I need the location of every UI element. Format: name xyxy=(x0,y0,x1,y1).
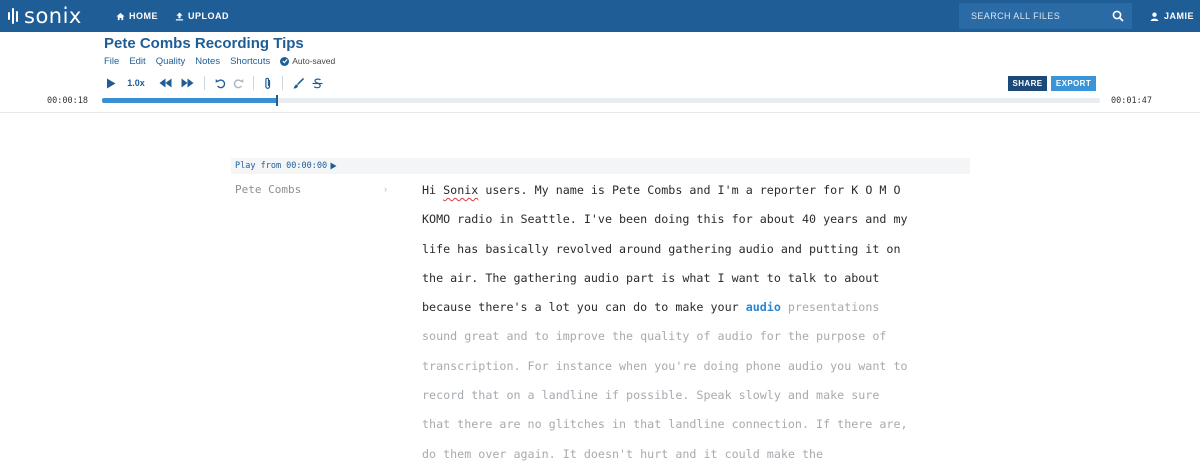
transcript-text[interactable]: Hi Sonix users. My name is Pete Combs an… xyxy=(422,176,942,469)
sonix-logo[interactable]: sonix xyxy=(8,3,82,29)
transcript-line[interactable]: KOMO radio in Seattle. I've been doing t… xyxy=(422,205,942,234)
transcript-segment[interactable]: the air. The gathering audio part is wha… xyxy=(422,271,879,285)
upload-icon xyxy=(175,11,184,21)
share-button[interactable]: SHARE xyxy=(1008,76,1047,91)
transcript-line[interactable]: record that on a landline if possible. S… xyxy=(422,381,942,410)
transcript-segment[interactable]: life has basically revolved around gathe… xyxy=(422,242,900,256)
strikethrough-button[interactable] xyxy=(307,74,327,92)
transcript-segment[interactable]: that there are no glitches in that landl… xyxy=(422,417,908,431)
check-circle-icon xyxy=(280,56,290,66)
menu-quality[interactable]: Quality xyxy=(156,56,186,67)
autosave-status: Auto-saved xyxy=(280,56,335,66)
nav-home-label: HOME xyxy=(129,11,158,21)
playback-progress-bar[interactable] xyxy=(102,95,1100,106)
transcript-segment[interactable]: Hi xyxy=(422,183,443,197)
transcript-line[interactable]: the air. The gathering audio part is wha… xyxy=(422,264,942,293)
strikethrough-icon xyxy=(312,78,322,88)
autosave-label: Auto-saved xyxy=(292,56,336,66)
paperclip-icon xyxy=(265,77,271,89)
transcript-line[interactable]: do them over again. It doesn't hurt and … xyxy=(422,440,942,469)
play-icon xyxy=(330,162,337,170)
transcript-line[interactable]: because there's a lot you can do to make… xyxy=(422,293,942,322)
total-time: 00:01:47 xyxy=(1111,96,1152,106)
export-button[interactable]: EXPORT xyxy=(1051,76,1096,91)
playback-speed-label: 1.0x xyxy=(127,78,145,88)
menu-notes[interactable]: Notes xyxy=(195,56,220,67)
search-box xyxy=(959,3,1132,29)
toolbar-divider xyxy=(253,76,254,90)
nav-home-link[interactable]: HOME xyxy=(116,0,158,32)
search-input[interactable] xyxy=(971,11,1101,21)
undo-icon xyxy=(215,78,225,88)
transcript-segment[interactable]: because there's a lot you can do to make… xyxy=(422,300,746,314)
transcript-segment[interactable]: transcription. For instance when you're … xyxy=(422,359,908,373)
menu-shortcuts[interactable]: Shortcuts xyxy=(230,56,270,67)
header-divider xyxy=(0,112,1200,113)
playback-speed-button[interactable]: 1.0x xyxy=(118,74,154,92)
current-word[interactable]: audio xyxy=(746,300,781,314)
transcript-segment[interactable]: presentations xyxy=(781,300,879,314)
user-menu[interactable]: JAMIE xyxy=(1150,0,1194,32)
progress-handle[interactable] xyxy=(275,95,278,106)
home-icon xyxy=(116,12,125,20)
transcript-segment[interactable]: sound great and to improve the quality o… xyxy=(422,329,886,343)
brand-name: sonix xyxy=(24,4,82,28)
toolbar-divider xyxy=(282,76,283,90)
transcript-line[interactable]: that there are no glitches in that landl… xyxy=(422,410,942,439)
nav-upload-label: UPLOAD xyxy=(188,11,229,21)
highlight-button[interactable] xyxy=(289,74,307,92)
top-nav-bar: sonix HOME UPLOAD JAMIE xyxy=(0,0,1200,32)
redo-button[interactable] xyxy=(229,74,247,92)
transcript-line[interactable]: transcription. For instance when you're … xyxy=(422,352,942,381)
transcript-line[interactable]: life has basically revolved around gathe… xyxy=(422,235,942,264)
transcript-line[interactable]: sound great and to improve the quality o… xyxy=(422,322,942,351)
play-from-label: Play from 00:00:00 xyxy=(235,161,328,171)
toolbar-divider xyxy=(204,76,205,90)
attach-button[interactable] xyxy=(260,74,276,92)
play-icon xyxy=(107,78,116,88)
user-icon xyxy=(1150,12,1159,21)
transcript-segment[interactable]: KOMO radio in Seattle. I've been doing t… xyxy=(422,212,908,226)
search-icon[interactable] xyxy=(1112,10,1124,22)
transcript-segment[interactable]: record that on a landline if possible. S… xyxy=(422,388,879,402)
waveform-logo-icon xyxy=(8,8,18,24)
play-button[interactable] xyxy=(104,74,118,92)
rewind-icon xyxy=(159,78,171,88)
transcript-segment[interactable]: users. My name is Pete Combs and I'm a r… xyxy=(478,183,900,197)
nav-upload-link[interactable]: UPLOAD xyxy=(175,0,229,32)
user-name: JAMIE xyxy=(1164,11,1195,21)
play-from-button[interactable]: Play from 00:00:00 xyxy=(231,158,970,174)
undo-button[interactable] xyxy=(211,74,229,92)
transcript-segment[interactable]: Sonix xyxy=(443,183,478,197)
transcript-line[interactable]: Hi Sonix users. My name is Pete Combs an… xyxy=(422,176,942,205)
fast-forward-button[interactable] xyxy=(176,74,198,92)
fast-forward-icon xyxy=(181,78,193,88)
player-toolbar: 1.0x xyxy=(104,74,327,92)
menu-edit[interactable]: Edit xyxy=(129,56,145,67)
progress-fill xyxy=(102,98,277,103)
rewind-button[interactable] xyxy=(154,74,176,92)
speaker-name[interactable]: Pete Combs xyxy=(235,183,301,196)
brush-icon xyxy=(293,77,304,88)
chevron-right-icon[interactable]: › xyxy=(384,184,387,194)
current-time: 00:00:18 xyxy=(47,96,88,106)
menu-file[interactable]: File xyxy=(104,56,119,67)
document-title[interactable]: Pete Combs Recording Tips xyxy=(104,35,304,52)
editor-menu: File Edit Quality Notes Shortcuts Auto-s… xyxy=(104,55,335,67)
redo-icon xyxy=(233,78,243,88)
transcript-segment[interactable]: do them over again. It doesn't hurt and … xyxy=(422,447,823,461)
